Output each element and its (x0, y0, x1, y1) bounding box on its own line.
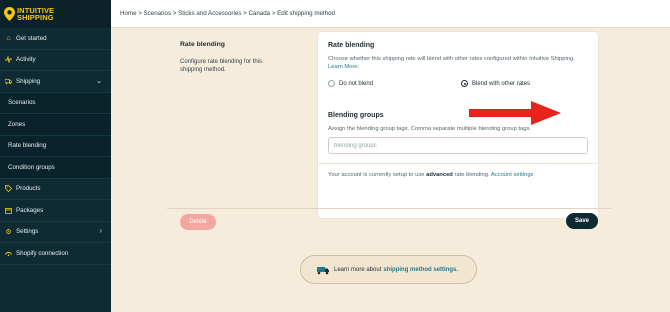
main-content: Rate blending Configure rate blending fo… (111, 28, 670, 312)
radio-label: Do not blend (339, 80, 374, 87)
shipping-truck-icon (317, 266, 329, 274)
link-icon (5, 250, 12, 257)
gear-icon: ⚙ (5, 228, 12, 236)
sidebar-item-label: Packages (16, 206, 44, 214)
card-description: Choose whether this shipping rate will b… (328, 55, 590, 71)
rate-blending-card: Rate blending Choose whether this shippi… (318, 32, 598, 218)
sidebar-item-scenarios[interactable]: Scenarios (0, 92, 111, 114)
breadcrumb: Home > Scenarios > Sticks and Accessorie… (111, 0, 670, 28)
divider (318, 163, 598, 164)
account-settings-link[interactable]: Account settings (491, 172, 534, 178)
location-pin-icon (4, 7, 15, 21)
blending-groups-description: Assign the blending group tags. Comma se… (328, 126, 532, 132)
save-button[interactable]: Save (566, 213, 598, 229)
footnote-suffix: rate blending. (454, 172, 490, 178)
radio-circle[interactable] (328, 80, 335, 87)
blending-groups-heading: Blending groups (328, 112, 384, 119)
activity-icon (5, 56, 12, 64)
learn-more-banner[interactable]: Learn more about shipping method setting… (300, 255, 477, 284)
sidebar-item-label: Condition groups (8, 163, 55, 171)
sidebar-item-settings[interactable]: ⚙ Settings › (0, 222, 111, 243)
section-description: Configure rate blending for this shippin… (180, 59, 263, 73)
sidebar-item-activity[interactable]: Activity (0, 50, 111, 71)
action-divider (167, 208, 611, 209)
delete-button[interactable]: Delete (180, 214, 216, 230)
brand-name-line2: SHIPPING (17, 13, 54, 22)
footnote-prefix: Your account is currently setup to use (328, 172, 425, 178)
sidebar-item-label: Shopify connection (16, 249, 69, 257)
box-icon (5, 207, 12, 214)
radio-label: Blend with other rates (472, 80, 531, 87)
radio-circle-selected[interactable] (461, 80, 468, 87)
sidebar-item-rate-blending[interactable]: Rate blending (0, 135, 111, 157)
footnote-mode: advanced (426, 172, 453, 178)
card-heading: Rate blending (328, 42, 375, 49)
sidebar-item-label: Activity (16, 56, 36, 64)
sidebar-item-label: Scenarios (8, 99, 36, 107)
brand-logo[interactable]: INTUITIVE SHIPPING (0, 0, 111, 28)
shipping-method-settings-link[interactable]: shipping method settings. (383, 267, 458, 273)
home-icon: ⌂ (6, 34, 11, 42)
sidebar-item-zones[interactable]: Zones (0, 114, 111, 136)
sidebar-item-label: Rate blending (8, 142, 47, 150)
red-arrow-annotation (469, 101, 561, 125)
sidebar-item-products[interactable]: Products (0, 179, 111, 200)
sidebar: INTUITIVE SHIPPING ⌂ Get started Activit… (0, 0, 111, 312)
learn-more-link[interactable]: Learn More. (328, 64, 359, 70)
breadcrumb-text[interactable]: Home > Scenarios > Sticks and Accessorie… (120, 10, 335, 17)
radio-do-not-blend[interactable]: Do not blend (328, 80, 373, 87)
sidebar-item-get-started[interactable]: ⌂ Get started (0, 28, 111, 50)
sidebar-item-label: Settings (16, 228, 39, 236)
rate-blending-footnote: Your account is currently setup to use a… (328, 172, 533, 178)
chevron-down-icon: ⌄ (96, 78, 102, 85)
blending-groups-input[interactable] (328, 137, 588, 154)
sidebar-item-label: Products (16, 185, 41, 193)
sidebar-item-label: Get started (16, 34, 47, 42)
section-title: Rate blending (180, 41, 225, 48)
sidebar-item-shipping[interactable]: Shipping ⌄ (0, 71, 111, 93)
sidebar-item-condition-groups[interactable]: Condition groups (0, 157, 111, 179)
truck-icon (5, 78, 12, 85)
sidebar-item-label: Shipping (16, 77, 41, 85)
sidebar-item-packages[interactable]: Packages (0, 200, 111, 222)
sidebar-item-label: Zones (8, 120, 26, 128)
sidebar-item-shopify-connection[interactable]: Shopify connection (0, 243, 111, 265)
learn-prefix: Learn more about (334, 266, 382, 273)
card-description-text: Choose whether this shipping rate will b… (328, 56, 575, 62)
chevron-right-icon: › (99, 227, 102, 235)
radio-blend-with-other-rates[interactable]: Blend with other rates (461, 80, 530, 87)
tag-icon (5, 185, 12, 193)
